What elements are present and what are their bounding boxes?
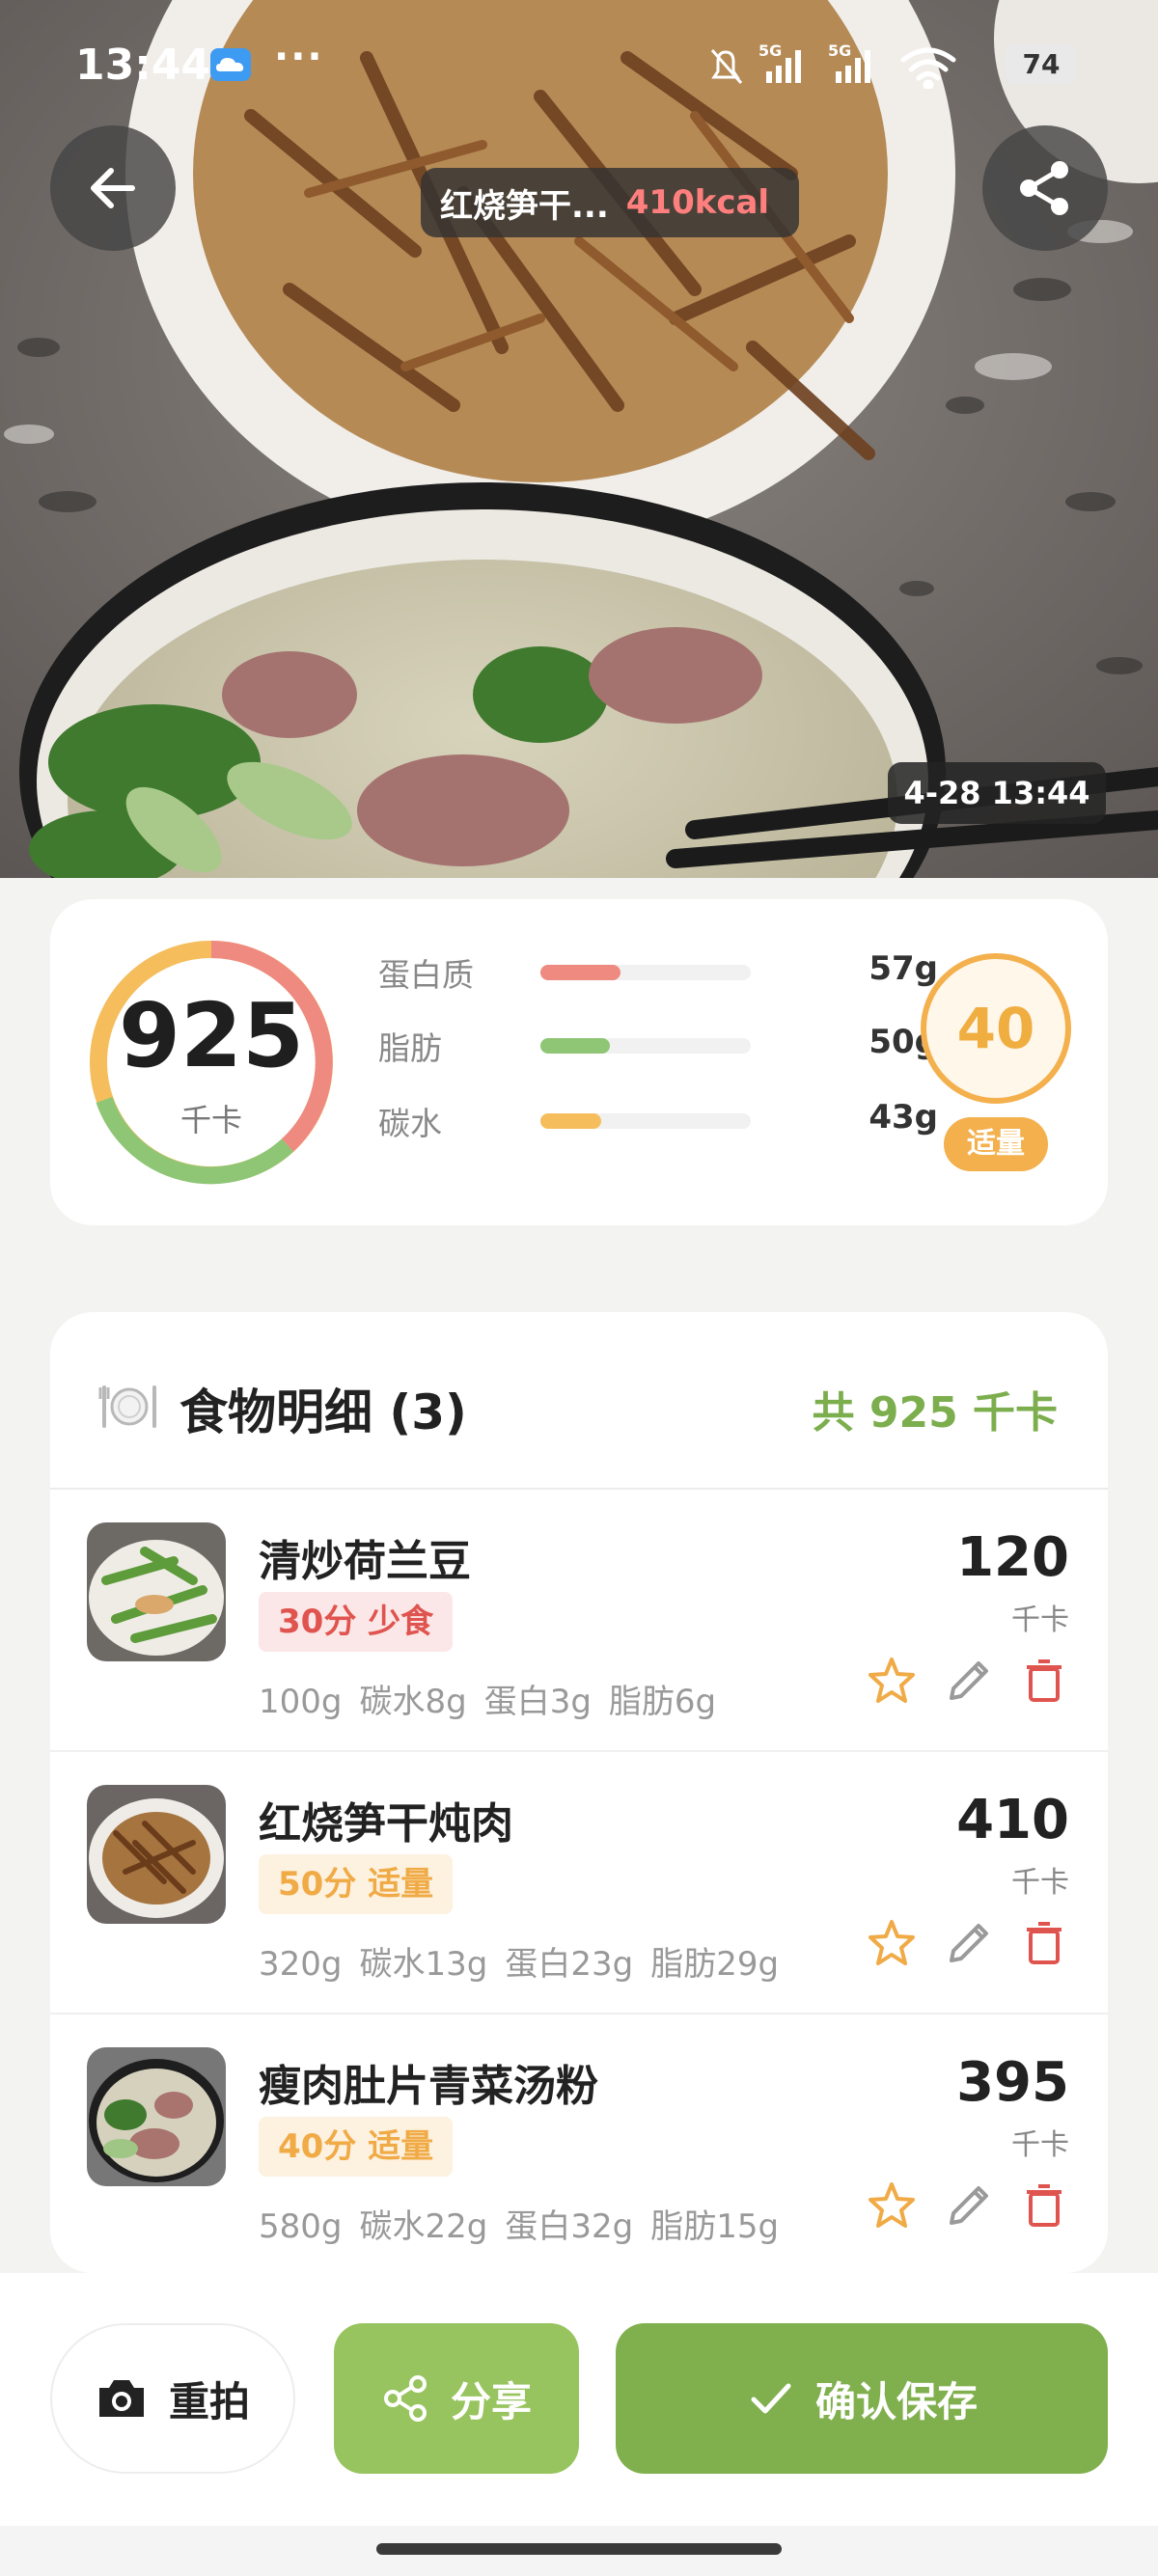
svg-text:5G: 5G	[828, 42, 851, 60]
food-name: 清炒荷兰豆	[259, 1537, 471, 1586]
food-kcal: 410	[956, 1789, 1069, 1851]
macro-name: 蛋白质	[378, 956, 474, 994]
confirm-save-label: 确认保存	[814, 2377, 978, 2425]
macro-bar-fill	[540, 1038, 610, 1054]
macro-row-carb: 碳水 43g	[378, 1098, 938, 1142]
signal-icon-2: 5G	[828, 42, 870, 83]
food-item[interactable]: 瘦肉肚片青菜汤粉 40分 适量 580g 碳水22g 蛋白32g 脂肪15g 395 …	[50, 2014, 1108, 2273]
food-item[interactable]: 清炒荷兰豆 30分 少食 100g 碳水8g 蛋白3g 脂肪6g 120 千卡	[50, 1490, 1108, 1752]
photo-timestamp: 4-28 13:44	[888, 762, 1106, 824]
macro-name: 脂肪	[378, 1029, 442, 1067]
food-carb: 碳水8g	[359, 1683, 467, 1721]
total-calories: 925	[118, 984, 305, 1087]
health-score-label: 适量	[944, 1117, 1048, 1171]
star-icon[interactable]	[867, 1918, 917, 1968]
nutrition-summary-card: 925 千卡 蛋白质 57g 脂肪 50g 碳水 43g 40 适量	[50, 899, 1108, 1225]
food-fat: 脂肪29g	[650, 1945, 780, 1984]
signal-icon-1: 5G	[758, 42, 801, 83]
macro-bar-fill	[540, 1113, 602, 1129]
confirm-save-button[interactable]: 确认保存	[616, 2323, 1108, 2474]
food-details-header: 食物明细 (3) 共 925 千卡	[50, 1312, 1108, 1490]
food-protein: 蛋白23g	[505, 1945, 634, 1984]
share-icon	[383, 2375, 427, 2422]
food-kcal-unit: 千卡	[1011, 2128, 1069, 2162]
cloud-icon	[210, 48, 251, 81]
retake-label: 重拍	[168, 2377, 250, 2425]
macro-name: 碳水	[378, 1105, 442, 1142]
food-thumbnail	[87, 1785, 226, 1924]
pencil-icon[interactable]	[944, 2180, 994, 2231]
food-weight: 320g	[259, 1945, 343, 1984]
retake-button[interactable]: 重拍	[50, 2323, 295, 2474]
food-nutrition-meta: 100g 碳水8g 蛋白3g 脂肪6g	[259, 1675, 733, 1722]
food-protein: 蛋白3g	[483, 1683, 592, 1721]
macro-bar-fill	[540, 965, 620, 980]
macro-value: 43g	[868, 1098, 938, 1137]
star-icon[interactable]	[867, 1656, 917, 1706]
check-icon	[751, 2383, 791, 2414]
macro-bar	[540, 965, 751, 980]
macro-value: 57g	[868, 949, 938, 988]
back-button[interactable]	[50, 125, 176, 251]
share-top-button[interactable]	[982, 125, 1108, 251]
photo-title-kcal: 410kcal	[625, 183, 770, 222]
food-photo	[0, 0, 1158, 878]
trash-icon[interactable]	[1019, 1656, 1069, 1706]
food-score-tag: 30分 少食	[259, 1592, 454, 1652]
macro-bar	[540, 1038, 751, 1054]
food-item[interactable]: 红烧笋干炖肉 50分 适量 320g 碳水13g 蛋白23g 脂肪29g 410 千卡	[50, 1752, 1108, 2014]
status-more-dots: ···	[274, 35, 324, 79]
health-score: 40	[921, 953, 1071, 1104]
food-weight: 100g	[259, 1683, 343, 1721]
star-icon[interactable]	[867, 2180, 917, 2231]
food-carb: 碳水13g	[359, 1945, 488, 1984]
share-button[interactable]: 分享	[334, 2323, 579, 2474]
battery-indicator: 74	[1006, 44, 1077, 85]
status-bar: 13:44 ··· 5G 5G 74	[0, 0, 1158, 125]
share-icon	[1020, 161, 1068, 215]
arrow-left-icon	[91, 168, 135, 208]
status-icons: 5G 5G	[710, 42, 956, 89]
food-thumbnail	[87, 2047, 226, 2186]
food-fat: 脂肪6g	[608, 1683, 717, 1721]
food-fat: 脂肪15g	[650, 2207, 780, 2246]
home-indicator[interactable]	[376, 2543, 782, 2555]
share-label: 分享	[450, 2377, 532, 2425]
status-time: 13:44	[75, 41, 211, 90]
pencil-icon[interactable]	[944, 1656, 994, 1706]
food-kcal-unit: 千卡	[1011, 1603, 1069, 1637]
photo-title: 红烧笋干...	[440, 186, 609, 226]
food-score-tag: 40分 适量	[259, 2117, 454, 2177]
food-nutrition-meta: 320g 碳水13g 蛋白23g 脂肪29g	[259, 1937, 796, 1985]
pencil-icon[interactable]	[944, 1918, 994, 1968]
food-name: 瘦肉肚片青菜汤粉	[259, 2062, 598, 2111]
food-thumbnail	[87, 1522, 226, 1661]
bottom-action-bar: 重拍 分享 确认保存	[0, 2273, 1158, 2526]
food-name: 红烧笋干炖肉	[259, 1799, 513, 1849]
food-nutrition-meta: 580g 碳水22g 蛋白32g 脂肪15g	[259, 2200, 796, 2247]
food-carb: 碳水22g	[359, 2207, 488, 2246]
plate-cutlery-icon	[98, 1385, 156, 1428]
macro-row-fat: 脂肪 50g	[378, 1023, 938, 1067]
food-kcal: 120	[956, 1526, 1069, 1589]
food-details-title: 食物明细 (3)	[179, 1384, 467, 1440]
food-kcal-unit: 千卡	[1011, 1866, 1069, 1900]
trash-icon[interactable]	[1019, 1918, 1069, 1968]
macro-bar	[540, 1113, 751, 1129]
food-score-tag: 50分 适量	[259, 1854, 454, 1914]
wifi-icon	[900, 47, 956, 89]
food-protein: 蛋白32g	[505, 2207, 634, 2246]
food-kcal: 395	[956, 2051, 1069, 2114]
svg-text:5G: 5G	[758, 42, 782, 60]
trash-icon[interactable]	[1019, 2180, 1069, 2231]
camera-icon	[98, 2380, 144, 2417]
macro-row-protein: 蛋白质 57g	[378, 949, 938, 994]
food-details-card: 食物明细 (3) 共 925 千卡 清炒荷兰豆 30分 少食 100g 碳水8g 蛋…	[50, 1312, 1108, 2273]
food-weight: 580g	[259, 2207, 343, 2246]
food-details-total: 共 925 千卡	[812, 1388, 1058, 1438]
photo-title-pill: 红烧笋干... 410kcal	[421, 168, 799, 237]
total-calories-unit: 千卡	[179, 1102, 242, 1138]
mute-icon	[710, 49, 743, 84]
